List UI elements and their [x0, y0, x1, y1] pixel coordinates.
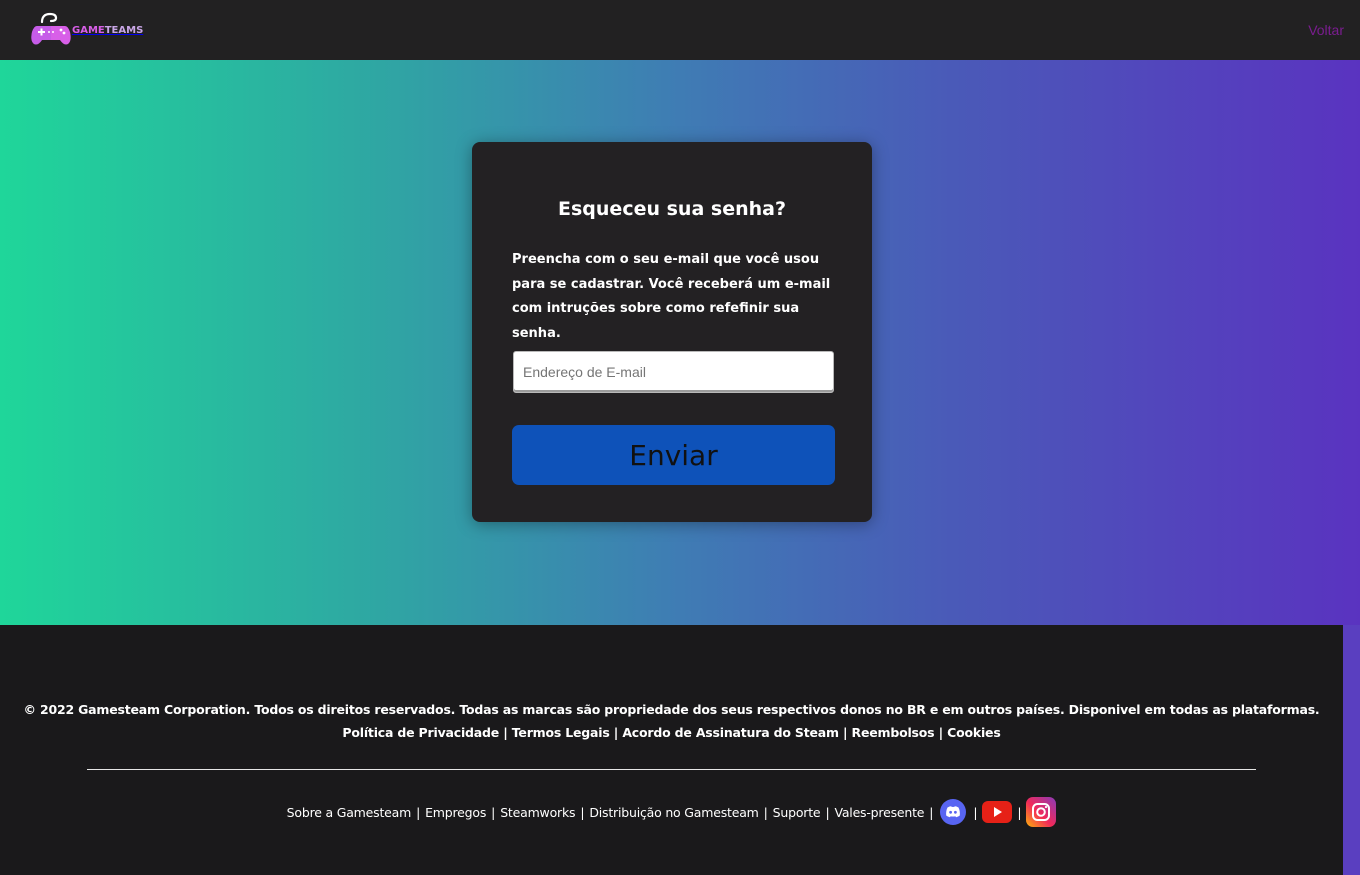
footer-bottom-links: Sobre a Gamesteam | Empregos | Steamwork… [287, 797, 1057, 827]
separator: | [491, 804, 496, 820]
about-link[interactable]: Sobre a Gamesteam [287, 805, 412, 820]
jobs-link[interactable]: Empregos [425, 805, 486, 820]
separator: | [503, 725, 508, 740]
instagram-icon[interactable] [1026, 797, 1057, 827]
gameteams-logo[interactable]: GAMETEAMS [30, 10, 143, 46]
copyright-text: © 2022 Gamesteam Corporation. Todos os d… [23, 702, 1320, 717]
footer-divider [87, 769, 1256, 770]
scrollbar[interactable] [1343, 625, 1360, 875]
subscriber-agreement-link[interactable]: Acordo de Assinatura do Steam [622, 725, 839, 740]
support-link[interactable]: Suporte [773, 805, 821, 820]
separator: | [842, 725, 848, 740]
legal-terms-link[interactable]: Termos Legais [512, 725, 610, 740]
separator: | [825, 804, 830, 820]
separator: | [580, 804, 585, 820]
forgot-password-card: Esqueceu sua senha? Preencha com o seu e… [472, 142, 872, 522]
separator: | [763, 804, 768, 820]
youtube-icon[interactable] [982, 797, 1013, 827]
send-button[interactable]: Enviar [512, 425, 835, 485]
gamepad-icon [30, 10, 72, 46]
privacy-policy-link[interactable]: Política de Privacidade [342, 725, 499, 740]
separator: | [1017, 804, 1022, 820]
legal-links: Política de Privacidade | Termos Legais … [0, 725, 1343, 740]
distribution-link[interactable]: Distribuição no Gamesteam [589, 805, 759, 820]
footer: © 2022 Gamesteam Corporation. Todos os d… [0, 625, 1360, 875]
email-input[interactable] [513, 351, 834, 393]
top-navbar: GAMETEAMS Voltar [0, 0, 1360, 60]
separator: | [938, 725, 944, 740]
card-title: Esqueceu sua senha? [558, 198, 786, 220]
separator: | [929, 804, 934, 820]
discord-icon[interactable] [938, 797, 968, 827]
separator: | [416, 804, 421, 820]
back-link[interactable]: Voltar [1308, 22, 1344, 38]
gift-cards-link[interactable]: Vales-presente [834, 805, 924, 820]
steamworks-link[interactable]: Steamworks [500, 805, 575, 820]
card-description: Preencha com o seu e-mail que você usou … [512, 252, 831, 341]
separator: | [613, 725, 619, 740]
separator: | [973, 804, 978, 820]
footer-bottom-row: Sobre a Gamesteam | Empregos | Steamwork… [0, 797, 1343, 827]
logo-wordmark: GAMETEAMS [72, 24, 144, 36]
refunds-link[interactable]: Reembolsos [852, 725, 935, 740]
cookies-link[interactable]: Cookies [947, 725, 1001, 740]
hero-section: Esqueceu sua senha? Preencha com o seu e… [0, 60, 1360, 625]
